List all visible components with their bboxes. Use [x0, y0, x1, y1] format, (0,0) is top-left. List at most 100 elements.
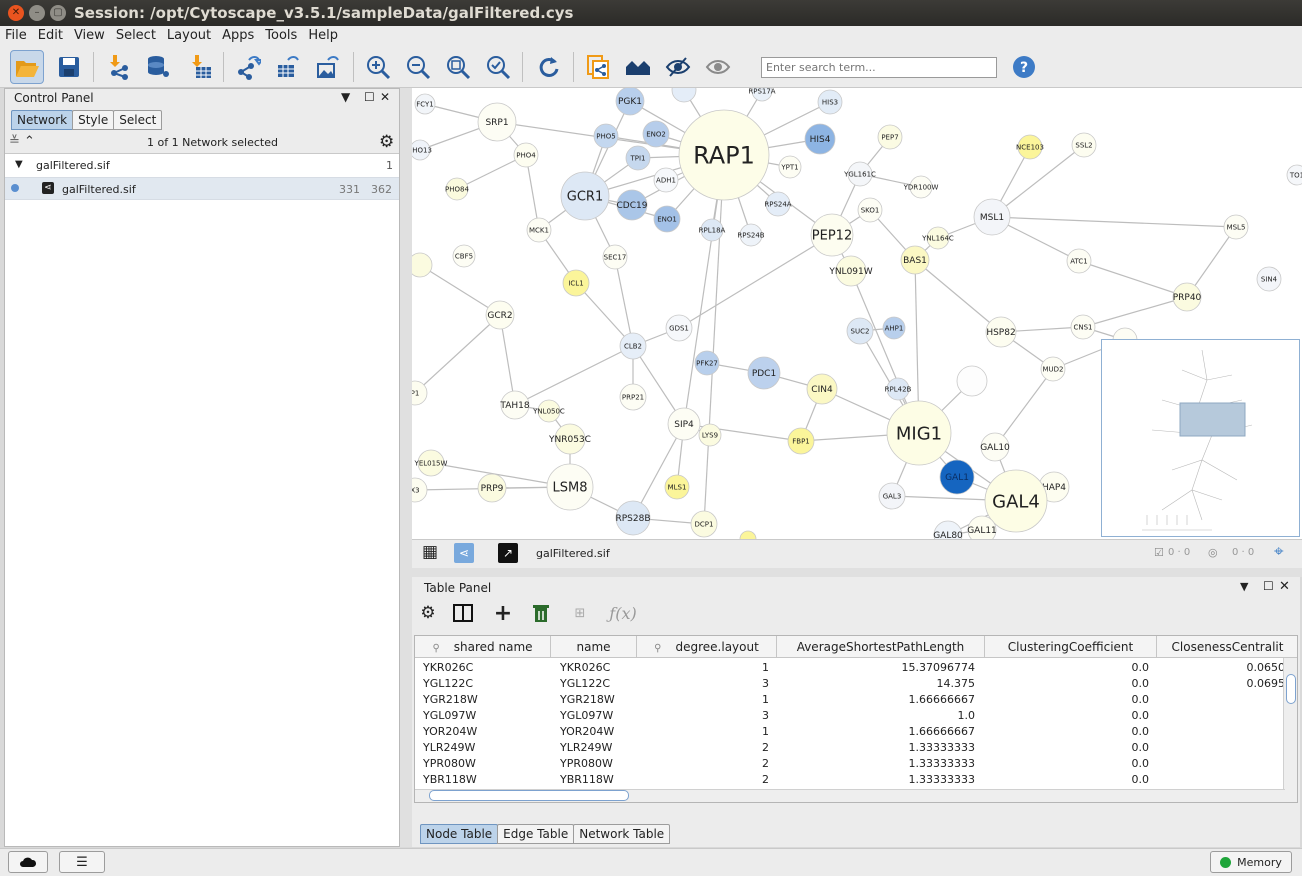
zoom-in-button[interactable] — [361, 50, 395, 84]
table-cell[interactable]: YKR026C — [423, 661, 543, 674]
table-cell[interactable]: YGL097W — [423, 709, 543, 722]
zoom-out-button[interactable] — [401, 50, 435, 84]
hide-selected-button[interactable] — [661, 50, 695, 84]
vertical-scrollbar[interactable] — [1283, 658, 1297, 802]
table-row[interactable]: YPR080W YPR080W 2 1.33333333 0.0 — [415, 756, 1285, 772]
table-cell[interactable]: 0.0 — [985, 677, 1150, 690]
table-cell[interactable]: YGL122C — [560, 677, 640, 690]
table-row[interactable]: YLR249W YLR249W 2 1.33333333 0.0 — [415, 740, 1285, 756]
graph-node[interactable]: YNL050C — [532, 399, 565, 423]
graph-node[interactable]: TO1 — [1286, 164, 1302, 186]
graph-node[interactable]: FBP1 — [787, 427, 815, 455]
tab-style[interactable]: Style — [72, 110, 115, 130]
graph-node[interactable]: RPS17A — [748, 88, 776, 102]
graph-node[interactable]: GCR1 — [560, 171, 610, 221]
table-cell[interactable]: YPR080W — [423, 757, 543, 770]
add-column-icon[interactable]: + — [491, 601, 515, 626]
window-close-button[interactable]: ✕ — [8, 5, 24, 21]
table-cell[interactable]: YBR118W — [560, 773, 640, 786]
graph-node[interactable]: YNL164C — [921, 226, 954, 250]
table-row[interactable]: YGR218W YGR218W 1 1.66666667 0.0 — [415, 692, 1285, 708]
table-row[interactable]: YKR026C YKR026C 1 15.37096774 0.0 0.0650 — [415, 660, 1285, 676]
graph-node[interactable]: PHO5 — [593, 123, 619, 149]
collapse-triangle-icon[interactable]: ▼ — [15, 159, 23, 170]
graph-node[interactable]: AHP1 — [882, 316, 906, 340]
graph-node[interactable]: PEP7 — [877, 124, 903, 150]
column-header-degree-layout[interactable]: ⚲ degree.layout — [637, 636, 777, 658]
tab-edge-table[interactable]: Edge Table — [497, 824, 575, 844]
graph-node[interactable]: RPS24B — [737, 223, 765, 247]
horizontal-splitter[interactable] — [412, 568, 1302, 577]
graph-node[interactable]: PRP40 — [1172, 282, 1202, 312]
graph-node[interactable]: PDC1 — [747, 356, 781, 390]
panel-close-icon[interactable]: ✕ — [380, 90, 390, 104]
task-history-button[interactable]: ☰ — [59, 851, 105, 873]
graph-node[interactable]: CBF5 — [452, 244, 476, 268]
graph-edge[interactable] — [994, 368, 1054, 448]
table-cell[interactable]: 0.0 — [985, 693, 1150, 706]
table-cell[interactable]: YOR204W — [423, 725, 543, 738]
table-cell[interactable]: 2 — [637, 741, 769, 754]
export-network-button[interactable] — [231, 50, 265, 84]
panel-float-icon[interactable]: ☐ — [364, 90, 375, 104]
table-cell[interactable]: 2 — [637, 773, 769, 786]
panel-float-icon[interactable]: ☐ — [1263, 579, 1274, 593]
table-cell[interactable]: 0.0 — [985, 741, 1150, 754]
table-cell[interactable]: YLR249W — [423, 741, 543, 754]
table-row[interactable]: YGL097W YGL097W 3 1.0 0.0 — [415, 708, 1285, 724]
graph-node[interactable]: YNR053C — [548, 423, 591, 455]
panel-close-icon[interactable]: ✕ — [1279, 579, 1290, 594]
export-table-button[interactable] — [271, 50, 305, 84]
graph-edge[interactable] — [678, 234, 833, 329]
graph-edge[interactable] — [1082, 296, 1188, 328]
graph-edge[interactable] — [514, 345, 634, 406]
graph-node[interactable]: PEP12 — [810, 213, 854, 257]
table-cell[interactable]: 1.33333333 — [777, 773, 975, 786]
graph-node[interactable]: PRP21 — [619, 383, 647, 411]
apply-layout-button[interactable] — [531, 50, 565, 84]
window-maximize-button[interactable]: ▢ — [50, 5, 66, 21]
table-cell[interactable]: YBR118W — [423, 773, 543, 786]
table-cell[interactable]: 2 — [637, 757, 769, 770]
graph-node[interactable]: GAL80 — [933, 520, 963, 539]
graph-node[interactable]: SEC17 — [602, 244, 628, 270]
tab-node-table[interactable]: Node Table — [420, 824, 499, 844]
table-cell[interactable]: YGR218W — [423, 693, 543, 706]
graph-node[interactable]: PHO13 — [412, 139, 432, 161]
gear-icon[interactable]: ⚙ — [416, 601, 440, 625]
graph-node[interactable]: PRP9 — [477, 473, 507, 503]
graph-node[interactable]: PGK1 — [615, 88, 645, 116]
graph-node[interactable]: CLB2 — [619, 332, 647, 360]
show-columns-button[interactable] — [451, 601, 475, 625]
graph-node[interactable]: PHO4 — [513, 142, 539, 168]
graph-edge[interactable] — [614, 256, 634, 347]
graph-node[interactable]: RPL18A — [699, 218, 726, 242]
graph-node[interactable]: YPT1 — [778, 155, 802, 179]
detach-view-icon[interactable]: ↗ — [498, 543, 518, 563]
graph-node[interactable]: FCY1 — [414, 93, 436, 115]
graph-node[interactable]: ADH1 — [653, 167, 679, 193]
table-cell[interactable]: 0.0 — [985, 709, 1150, 722]
tab-select[interactable]: Select — [113, 110, 163, 130]
window-minimize-button[interactable]: – — [29, 5, 45, 21]
graph-node[interactable]: CDC19 — [617, 189, 648, 221]
save-session-button[interactable] — [52, 50, 86, 84]
graph-node[interactable] — [739, 530, 757, 539]
graph-node[interactable]: ATC1 — [1066, 248, 1092, 274]
table-cell[interactable]: 1 — [637, 693, 769, 706]
table-cell[interactable]: 1.33333333 — [777, 757, 975, 770]
table-cell[interactable]: YOR204W — [560, 725, 640, 738]
horizontal-scrollbar[interactable] — [415, 789, 1285, 802]
graph-node[interactable]: NCE103 — [1016, 134, 1044, 160]
table-row[interactable]: YBR118W YBR118W 2 1.33333333 0.0 — [415, 772, 1285, 788]
graph-node[interactable]: MSL5 — [1223, 214, 1249, 240]
table-cell[interactable]: 3 — [637, 677, 769, 690]
table-cell[interactable]: 0.0 — [985, 773, 1150, 786]
collection-row[interactable]: ▼ galFiltered.sif 1 — [5, 154, 399, 177]
table-row[interactable]: YGL122C YGL122C 3 14.375 0.0 0.0695 — [415, 676, 1285, 692]
table-cell[interactable]: YKR026C — [560, 661, 640, 674]
menu-apps[interactable]: Apps — [216, 26, 259, 43]
network-canvas[interactable]: FCY1 SRP1 PGK1 RPS17A HIS3 RAP1 PHO5 ENO2 HIS4 PE… — [412, 88, 1302, 539]
graph-node[interactable]: YNL091W — [828, 255, 873, 287]
panel-menu-icon[interactable]: ▼ — [1240, 580, 1248, 593]
